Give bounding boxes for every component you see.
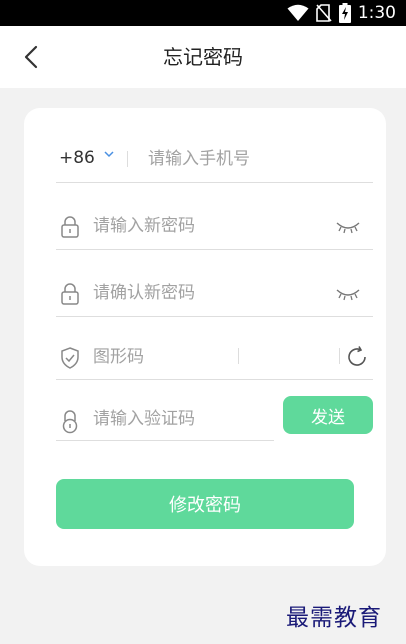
form-card: +86 请输入手机号 图形码 请输入验证码 发送 修改密码 — [24, 108, 386, 566]
page-title: 忘记密码 — [163, 45, 243, 69]
no-sim-icon — [316, 4, 332, 22]
eye-closed-icon[interactable] — [335, 219, 361, 235]
status-bar: 1:30 — [0, 0, 406, 26]
divider — [127, 151, 128, 167]
send-code-button[interactable]: 发送 — [283, 396, 373, 434]
divider — [238, 348, 239, 364]
change-password-button[interactable]: 修改密码 — [56, 479, 354, 529]
chevron-left-icon — [24, 45, 38, 69]
captcha-row — [56, 334, 373, 380]
shield-check-icon — [59, 346, 81, 370]
country-code-selector[interactable]: +86 — [59, 148, 95, 168]
watermark: 最需教育 — [286, 605, 382, 631]
chevron-down-icon[interactable] — [104, 150, 114, 158]
lock-icon — [59, 215, 81, 239]
status-icons: 1:30 — [287, 2, 396, 24]
verify-code-input[interactable] — [93, 398, 293, 440]
battery-charging-icon — [338, 3, 351, 23]
captcha-image[interactable] — [246, 340, 334, 372]
phone-input[interactable] — [148, 136, 368, 182]
status-time: 1:30 — [357, 3, 396, 23]
phone-row: +86 — [56, 136, 373, 183]
back-button[interactable] — [14, 40, 48, 74]
eye-closed-icon[interactable] — [335, 286, 361, 302]
lock-icon — [59, 410, 81, 434]
wifi-icon — [287, 4, 309, 21]
refresh-icon[interactable] — [345, 345, 369, 369]
new-password-input[interactable] — [93, 203, 293, 249]
divider — [339, 348, 340, 364]
lock-icon — [59, 282, 81, 306]
verify-code-row — [56, 398, 293, 441]
confirm-password-input[interactable] — [93, 270, 293, 316]
captcha-input[interactable] — [93, 334, 233, 379]
nav-bar: 忘记密码 — [0, 26, 406, 88]
confirm-password-row — [56, 270, 373, 317]
new-password-row — [56, 203, 373, 250]
